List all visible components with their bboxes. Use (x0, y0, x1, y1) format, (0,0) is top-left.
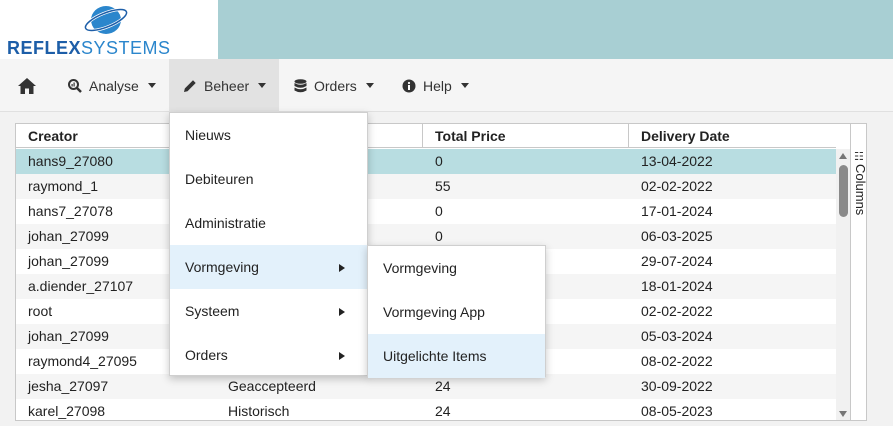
cell-delivery-date: 08-05-2023 (641, 403, 713, 419)
columns-label: Columns (853, 164, 868, 216)
cell-total-price: 24 (435, 403, 451, 419)
cell-status: Historisch (228, 403, 290, 419)
menu-item-label: Debiteuren (185, 171, 254, 187)
cell-creator: raymond_1 (28, 178, 99, 194)
home-icon (18, 77, 36, 94)
nav-beheer-label: Beheer (204, 77, 250, 94)
scrollbar-thumb[interactable] (839, 165, 848, 217)
cell-creator: johan_27099 (28, 328, 109, 344)
cell-delivery-date: 13-04-2022 (641, 153, 713, 169)
cell-creator: jesha_27097 (28, 378, 109, 394)
cell-status: Geaccepteerd (228, 378, 316, 394)
menu-item-uitgelichte-items[interactable]: Uitgelichte Items (368, 334, 545, 378)
grid-header: Creator Total Price Delivery Date (16, 124, 836, 148)
main-navbar: Analyse Beheer Orders Help (0, 59, 893, 112)
cell-creator: raymond4_27095 (28, 353, 137, 369)
column-header-total-price[interactable]: Total Price (423, 124, 629, 148)
menu-item-label: Orders (185, 347, 228, 363)
menu-item-orders[interactable]: Orders (170, 333, 367, 377)
info-icon (402, 79, 416, 92)
cell-delivery-date: 05-03-2024 (641, 328, 713, 344)
columns-icon: ☷ (854, 151, 864, 163)
cell-creator: johan_27099 (28, 228, 109, 244)
cell-creator: root (28, 303, 53, 319)
nav-home[interactable] (12, 59, 42, 112)
chevron-right-icon (339, 264, 345, 272)
menu-item-label: Uitgelichte Items (383, 348, 487, 364)
cell-creator: karel_27098 (28, 403, 106, 419)
nav-help-label: Help (423, 77, 452, 94)
cell-delivery-date: 02-02-2022 (641, 303, 713, 319)
logo-globe-icon (83, 6, 129, 34)
menu-item-label: Vormgeving (185, 259, 259, 275)
table-row[interactable]: hans9_27080 0 13-04-2022 (16, 149, 836, 174)
table-row[interactable]: karel_27098 Historisch 24 08-05-2023 (16, 399, 836, 420)
app-header: REFLEXSYSTEMS (0, 0, 893, 59)
chevron-down-icon (258, 83, 267, 88)
menu-item-vormgeving[interactable]: Vormgeving (170, 245, 367, 289)
search-chart-icon (68, 78, 82, 93)
nav-help[interactable]: Help (390, 59, 481, 112)
menu-item-systeem[interactable]: Systeem (170, 289, 367, 333)
menu-item-label: Vormgeving App (383, 304, 485, 320)
nav-analyse-label: Analyse (89, 77, 139, 94)
cell-creator: a.diender_27107 (28, 278, 134, 294)
menu-item-label: Systeem (185, 303, 240, 319)
logo-wordmark: REFLEXSYSTEMS (7, 38, 171, 59)
scroll-up-icon[interactable] (839, 153, 847, 159)
column-header-delivery-date[interactable]: Delivery Date (629, 124, 836, 148)
menu-item-nieuws[interactable]: Nieuws (170, 113, 367, 157)
cell-total-price: 0 (435, 153, 443, 169)
nav-orders[interactable]: Orders (282, 59, 386, 112)
cell-delivery-date: 30-09-2022 (641, 378, 713, 394)
menu-item-vormgeving-app[interactable]: Vormgeving App (368, 290, 545, 334)
logo[interactable]: REFLEXSYSTEMS (0, 0, 218, 59)
cell-delivery-date: 29-07-2024 (641, 253, 713, 269)
menu-item-administratie[interactable]: Administratie (170, 201, 367, 245)
vormgeving-submenu: Vormgeving Vormgeving App Uitgelichte Item… (367, 245, 546, 378)
cell-total-price: 0 (435, 203, 443, 219)
cell-total-price: 55 (435, 178, 451, 194)
cell-creator: johan_27099 (28, 253, 109, 269)
logo-word-bold: REFLEX (7, 38, 82, 58)
cell-creator: hans9_27080 (28, 153, 113, 169)
chevron-down-icon (147, 83, 156, 88)
chevron-right-icon (339, 352, 345, 360)
table-row[interactable]: raymond_1 55 02-02-2022 (16, 174, 836, 199)
chevron-down-icon (365, 83, 374, 88)
logo-word-light: SYSTEMS (81, 38, 171, 58)
columns-side-panel: ☷ Columns (851, 123, 868, 421)
cell-delivery-date: 06-03-2025 (641, 228, 713, 244)
menu-item-label: Nieuws (185, 127, 231, 143)
chevron-right-icon (339, 308, 345, 316)
cell-delivery-date: 18-01-2024 (641, 278, 713, 294)
grid-scrollbar[interactable] (836, 149, 850, 420)
nav-analyse[interactable]: Analyse (56, 59, 168, 112)
pencil-icon (184, 79, 196, 92)
cell-delivery-date: 02-02-2022 (641, 178, 713, 194)
cell-delivery-date: 08-02-2022 (641, 353, 713, 369)
menu-item-label: Vormgeving (383, 260, 457, 276)
beheer-dropdown: Nieuws Debiteuren Administratie Vormgeving S… (169, 112, 368, 376)
menu-item-label: Administratie (185, 215, 266, 231)
nav-orders-label: Orders (314, 77, 357, 94)
cell-creator: hans7_27078 (28, 203, 113, 219)
database-icon (294, 78, 307, 92)
nav-beheer[interactable]: Beheer (169, 59, 279, 112)
menu-item-debiteuren[interactable]: Debiteuren (170, 157, 367, 201)
menu-item-vormgeving[interactable]: Vormgeving (368, 246, 545, 290)
chevron-down-icon (460, 83, 469, 88)
table-row[interactable]: hans7_27078 0 17-01-2024 (16, 199, 836, 224)
scroll-down-icon[interactable] (839, 411, 847, 417)
cell-delivery-date: 17-01-2024 (641, 203, 713, 219)
